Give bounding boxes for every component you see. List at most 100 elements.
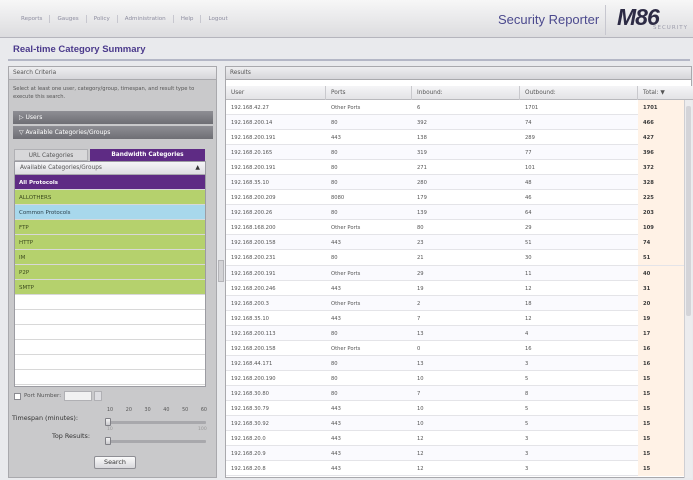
column-header-outbound[interactable]: Outbound: <box>520 86 638 100</box>
results-panel: Results User Ports Inbound: Outbound: To… <box>225 66 693 478</box>
nav-reports-link[interactable]: Reports <box>14 15 51 23</box>
brand-logo: M86 SECURITY <box>605 4 690 35</box>
nav-gauges-link[interactable]: Gauges <box>50 15 87 23</box>
table-row[interactable]: 192.168.200.158 Other Ports 0 16 16 <box>226 340 684 356</box>
category-item[interactable]: HTTP <box>15 235 205 250</box>
category-item <box>15 295 205 310</box>
user-cell: 192.168.30.79 <box>231 405 269 412</box>
nav-help-link[interactable]: Help <box>174 15 202 23</box>
table-row[interactable]: 192.168.44.171 80 13 3 16 <box>226 355 684 371</box>
table-row[interactable]: 192.168.200.190 80 10 5 15 <box>226 370 684 386</box>
category-item[interactable]: ALLOTHERS <box>15 190 205 205</box>
category-item <box>15 340 205 355</box>
user-cell: 192.168.35.10 <box>231 180 269 187</box>
ports-cell: Other Ports <box>331 105 361 111</box>
table-row[interactable]: 192.168.168.200 Other Ports 80 29 109 <box>226 220 684 236</box>
category-item[interactable]: P2P <box>15 265 205 280</box>
users-accordion[interactable]: ▷ Users <box>13 111 213 124</box>
table-row[interactable]: 192.168.20.0 443 12 3 15 <box>226 431 684 447</box>
table-row[interactable]: 192.168.20.9 443 12 3 15 <box>226 446 684 462</box>
ports-cell: 80 <box>331 330 338 337</box>
table-row[interactable]: 192.168.200.246 443 19 12 31 <box>226 280 684 296</box>
table-row[interactable]: 192.168.200.191 80 271 101 372 <box>226 160 684 176</box>
app-title: Security Reporter <box>498 12 600 27</box>
main-nav: Reports Gauges Policy Administration Help Log… <box>14 15 235 23</box>
outbound-cell: 289 <box>525 135 535 142</box>
table-row[interactable]: 192.168.200.231 80 21 30 51 <box>226 250 684 266</box>
user-cell: 192.168.200.190 <box>231 375 276 382</box>
ports-cell: 443 <box>331 285 341 292</box>
total-cell: 466 <box>638 115 684 131</box>
table-row[interactable]: 192.168.200.3 Other Ports 2 18 20 <box>226 295 684 311</box>
user-cell: 192.168.30.80 <box>231 390 269 397</box>
inbound-cell: 12 <box>417 466 424 473</box>
table-row[interactable]: 192.168.20.8 443 12 3 15 <box>226 461 684 477</box>
category-item[interactable]: SMTP <box>15 280 205 295</box>
column-header-user[interactable]: User <box>226 86 326 100</box>
category-item[interactable]: All Protocols <box>15 175 205 190</box>
table-row[interactable]: 192.168.30.92 443 10 5 15 <box>226 415 684 432</box>
results-scrollbar[interactable] <box>684 100 692 478</box>
user-cell: 192.168.20.9 <box>231 451 266 458</box>
table-row[interactable]: 192.168.200.26 80 139 64 203 <box>226 205 684 221</box>
inbound-cell: 12 <box>417 451 424 458</box>
outbound-cell: 5 <box>525 375 529 382</box>
inbound-cell: 10 <box>417 420 424 427</box>
timespan-slider-handle[interactable] <box>105 418 111 426</box>
user-cell: 192.168.200.191 <box>231 165 276 172</box>
nav-policy-link[interactable]: Policy <box>87 15 118 23</box>
table-row[interactable]: 192.168.42.27 Other Ports 6 1701 1701 <box>226 100 684 116</box>
top-results-max: 100 <box>198 427 207 432</box>
categories-accordion[interactable]: ▽ Available Categories/Groups <box>13 126 213 139</box>
table-row[interactable]: 192.168.30.80 80 7 8 15 <box>226 385 684 401</box>
total-cell: 15 <box>638 415 684 431</box>
table-row[interactable]: 192.168.200.113 80 13 4 17 <box>226 325 684 341</box>
category-item <box>15 370 205 385</box>
table-row[interactable]: 192.168.35.10 443 7 12 19 <box>226 310 684 326</box>
column-header-ports[interactable]: Ports <box>326 86 412 100</box>
tab-url-categories[interactable]: URL Categories <box>14 149 88 161</box>
port-number-spinner[interactable] <box>94 391 103 401</box>
panel-splitter-handle[interactable] <box>218 260 224 282</box>
nav-administration-link[interactable]: Administration <box>118 15 174 23</box>
category-dropdown[interactable]: Available Categories/Groups ▲ <box>15 162 205 175</box>
table-row[interactable]: 192.168.20.165 80 319 77 396 <box>226 145 684 161</box>
outbound-cell: 30 <box>525 255 532 262</box>
inbound-cell: 179 <box>417 195 427 202</box>
table-row[interactable]: 192.168.200.158 443 23 51 74 <box>226 235 684 251</box>
user-cell: 192.168.168.200 <box>231 225 276 232</box>
tab-bandwidth-categories[interactable]: Bandwidth Categories <box>90 149 205 161</box>
table-row[interactable]: 192.168.30.79 443 10 5 15 <box>226 400 684 416</box>
table-row[interactable]: 192.168.200.191 443 138 289 427 <box>226 130 684 146</box>
user-cell: 192.168.44.171 <box>231 360 273 367</box>
category-item[interactable]: Common Protocols <box>15 205 205 220</box>
results-scrollbar-thumb[interactable] <box>686 106 691 316</box>
user-cell: 192.168.42.27 <box>231 105 269 111</box>
port-number-checkbox[interactable] <box>14 392 21 400</box>
top-results-slider-track[interactable] <box>108 440 206 443</box>
top-results-min: 10 <box>107 427 113 432</box>
inbound-cell: 280 <box>417 180 427 187</box>
category-item[interactable]: FTP <box>15 220 205 235</box>
top-results-slider-handle[interactable] <box>105 437 111 445</box>
total-cell: 31 <box>638 280 684 296</box>
column-header-total[interactable]: Total: ▼ <box>638 86 693 100</box>
table-row[interactable]: 192.168.35.10 80 280 48 328 <box>226 175 684 191</box>
table-row[interactable]: 192.168.200.191 Other Ports 29 11 40 <box>226 265 684 281</box>
column-header-inbound[interactable]: Inbound: <box>412 86 520 100</box>
category-item[interactable]: IM <box>15 250 205 265</box>
category-item <box>15 355 205 370</box>
port-number-input[interactable] <box>64 391 93 401</box>
search-button[interactable]: Search <box>94 456 136 469</box>
outbound-cell: 77 <box>525 150 532 157</box>
user-cell: 192.168.200.158 <box>231 345 276 352</box>
nav-logout-link[interactable]: Logout <box>201 15 234 23</box>
total-cell: 15 <box>638 370 684 386</box>
user-cell: 192.168.200.246 <box>231 285 276 292</box>
outbound-cell: 12 <box>525 285 532 292</box>
user-cell: 192.168.30.92 <box>231 420 269 427</box>
timespan-slider-track[interactable] <box>108 421 206 424</box>
table-row[interactable]: 192.168.200.14 80 392 74 466 <box>226 115 684 131</box>
table-row[interactable]: 192.168.200.209 8080 179 46 225 <box>226 190 684 206</box>
inbound-cell: 319 <box>417 150 427 157</box>
